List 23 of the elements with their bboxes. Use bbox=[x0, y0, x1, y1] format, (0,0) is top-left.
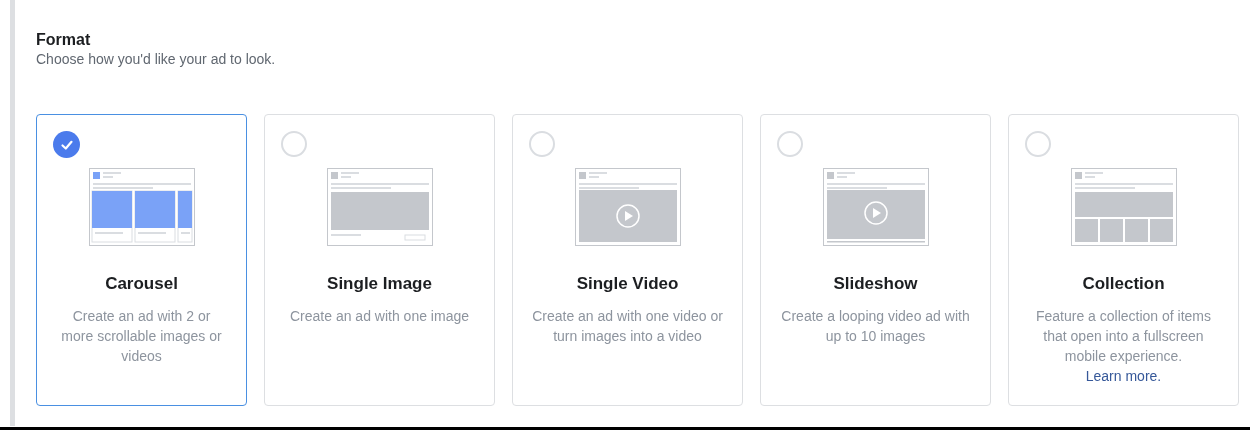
format-title: Single Video bbox=[576, 273, 679, 295]
radio-button[interactable] bbox=[529, 131, 555, 157]
format-title: Collection bbox=[1082, 273, 1165, 295]
format-description: Create an ad with one video or turn images into a video bbox=[531, 307, 724, 346]
format-title: Single Image bbox=[327, 273, 432, 295]
format-option-card[interactable]: Slideshow Create a looping video ad with up to 10 images bbox=[760, 114, 991, 406]
format-description: Feature a collection of items that open into a fullscreen mobile experience. Learn more. bbox=[1034, 307, 1213, 386]
section-subtitle: Choose how you'd like your ad to look. bbox=[36, 50, 277, 68]
format-description: Create an ad with one image bbox=[289, 307, 470, 326]
format-title: Carousel bbox=[105, 273, 178, 295]
radio-button[interactable] bbox=[1025, 131, 1051, 157]
section-title: Format bbox=[36, 30, 92, 50]
checkmark-icon bbox=[53, 131, 80, 158]
radio-button[interactable] bbox=[777, 131, 803, 157]
format-title: Slideshow bbox=[833, 273, 918, 295]
format-option-card[interactable]: Single Image Create an ad with one image bbox=[264, 114, 495, 406]
format-description: Create a looping video ad with up to 10 images bbox=[780, 307, 971, 346]
format-option-card[interactable]: Carousel Create an ad with 2 or more scrollable images or videos bbox=[36, 114, 247, 406]
format-description: Create an ad with 2 or more scrollable images or videos bbox=[60, 307, 223, 366]
format-option-card[interactable]: Single Video Create an ad with one video or turn images into a video bbox=[512, 114, 743, 406]
radio-button[interactable] bbox=[281, 131, 307, 157]
learn-more-link[interactable]: Learn more. bbox=[1085, 368, 1162, 384]
format-option-card[interactable]: Collection Feature a collection of items that open into a fullscreen mobile experience. Learn more. bbox=[1008, 114, 1239, 406]
